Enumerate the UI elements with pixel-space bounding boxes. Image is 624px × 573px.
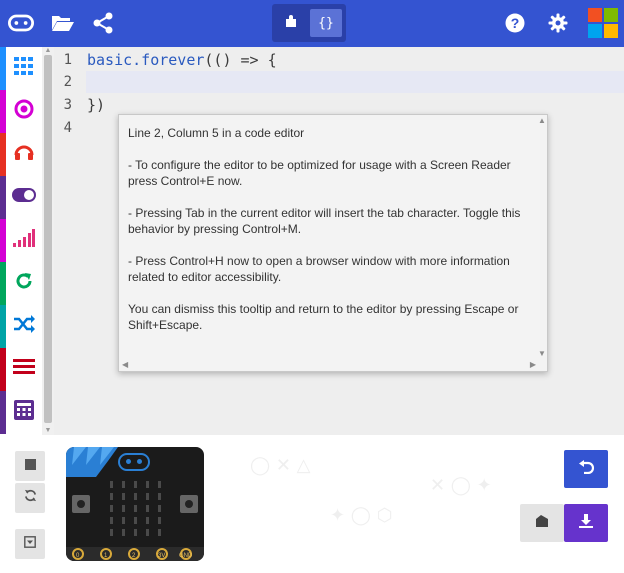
background-pattern: ◯ ✕ △	[250, 455, 311, 476]
toolbox-variables[interactable]	[0, 348, 42, 391]
tooltip-paragraph: Line 2, Column 5 in a code editor	[128, 126, 305, 140]
collapse-icon	[24, 535, 36, 553]
line-number: 1	[63, 52, 72, 68]
radio-target-icon	[14, 99, 34, 124]
tooltip-paragraph: - To configure the editor to be optimize…	[128, 158, 511, 188]
settings-icon[interactable]	[545, 10, 571, 36]
background-pattern: ✕ ◯ ✦	[430, 475, 492, 496]
simulator-panel: ◯ ✕ △ ✦ ◯ ⬡ ✕ ◯ ✦ 0 1 2 3V GND	[0, 435, 624, 573]
restart-icon	[24, 489, 37, 507]
share-icon[interactable]	[90, 10, 116, 36]
code-line-1[interactable]: basic.forever(() => {	[87, 49, 277, 71]
toolbox-logic[interactable]	[0, 305, 42, 348]
list-icon	[13, 359, 35, 380]
scroll-up-icon[interactable]: ▲	[42, 47, 54, 55]
led-matrix	[108, 479, 162, 539]
tooltip-horizontal-scrollbar[interactable]: ◀ ▶	[119, 359, 539, 371]
code-text: })	[87, 96, 106, 114]
toolbox-loops[interactable]	[0, 262, 42, 305]
camera-icon	[534, 514, 550, 533]
pin-label: 0	[76, 553, 80, 559]
line-number: 3	[63, 97, 72, 113]
restart-simulator-button[interactable]	[15, 483, 45, 513]
line-number: 4	[63, 120, 72, 136]
signal-bars-icon	[13, 229, 35, 252]
javascript-mode-button[interactable]: {}	[310, 9, 342, 37]
toolbox-basic[interactable]	[0, 47, 42, 90]
microbit-simulator-board[interactable]: 0 1 2 3V GND	[66, 447, 204, 561]
microsoft-logo-icon[interactable]	[588, 8, 618, 38]
scroll-left-icon[interactable]: ◀	[122, 360, 128, 369]
folder-open-icon[interactable]	[50, 10, 76, 36]
button-a[interactable]	[72, 495, 90, 513]
makecode-editor-app: {} ? ▲ ▼ 1 2 3 4 basic.forever(() => {}…	[0, 0, 624, 573]
top-bar: {} ?	[0, 0, 624, 47]
blocks-mode-button[interactable]	[276, 9, 308, 37]
stop-icon	[24, 457, 36, 475]
pin-label: 1	[104, 553, 108, 559]
toolbox-scrollbar[interactable]: ▲ ▼	[42, 47, 54, 435]
pin-label: GND	[179, 553, 193, 559]
javascript-mode-label: {}	[318, 15, 334, 31]
scroll-right-icon[interactable]: ▶	[530, 360, 536, 369]
download-button[interactable]	[564, 504, 608, 542]
toolbox-math[interactable]	[0, 391, 42, 434]
editor-mode-toggle: {}	[272, 4, 346, 42]
undo-button[interactable]	[564, 450, 608, 488]
tooltip-paragraph: - Pressing Tab in the current editor wil…	[128, 206, 521, 236]
microbit-logo-icon[interactable]	[8, 10, 34, 36]
headphones-icon	[14, 143, 34, 166]
collapse-simulator-button[interactable]	[15, 529, 45, 559]
stop-simulator-button[interactable]	[15, 451, 45, 481]
toolbox-music[interactable]	[0, 133, 42, 176]
accessibility-help-tooltip: Line 2, Column 5 in a code editor - To c…	[118, 114, 548, 372]
puzzle-icon	[285, 14, 299, 33]
line-number: 2	[63, 74, 72, 90]
tooltip-paragraph: You can dismiss this tooltip and return …	[128, 302, 519, 332]
undo-icon	[578, 459, 595, 479]
tooltip-content: Line 2, Column 5 in a code editor - To c…	[128, 125, 536, 349]
toolbox	[0, 47, 42, 435]
code-line-3[interactable]: })	[87, 94, 105, 116]
tooltip-vertical-scrollbar[interactable]: ▲ ▼	[537, 115, 547, 359]
pin-label: 3V	[158, 553, 166, 559]
edge-connector: 0 1 2 3V GND	[66, 547, 204, 561]
svg-text:?: ?	[511, 15, 520, 31]
loop-icon	[14, 271, 34, 296]
code-keyword: basic.forever	[87, 51, 205, 69]
scroll-down-icon[interactable]: ▼	[538, 349, 546, 358]
scroll-up-icon[interactable]: ▲	[538, 116, 546, 125]
code-text: (() => {	[204, 51, 277, 69]
scroll-down-icon[interactable]: ▼	[42, 427, 54, 435]
grid-icon	[14, 57, 34, 80]
tooltip-paragraph: - Press Control+H now to open a browser …	[128, 254, 510, 284]
toolbox-led[interactable]	[0, 176, 42, 219]
current-line-highlight	[86, 71, 624, 93]
calculator-icon	[14, 400, 34, 425]
toolbox-radio[interactable]	[0, 219, 42, 262]
toolbox-input[interactable]	[0, 90, 42, 133]
button-b[interactable]	[180, 495, 198, 513]
background-pattern: ✦ ◯ ⬡	[330, 505, 393, 526]
board-logo	[118, 453, 150, 471]
pin-label: 2	[132, 553, 136, 559]
toggle-icon	[12, 188, 36, 207]
shuffle-icon	[13, 315, 35, 338]
help-icon[interactable]: ?	[502, 10, 528, 36]
screenshot-button[interactable]	[520, 504, 564, 542]
toolbox-scrollbar-thumb[interactable]	[44, 55, 52, 423]
download-icon	[579, 513, 593, 533]
